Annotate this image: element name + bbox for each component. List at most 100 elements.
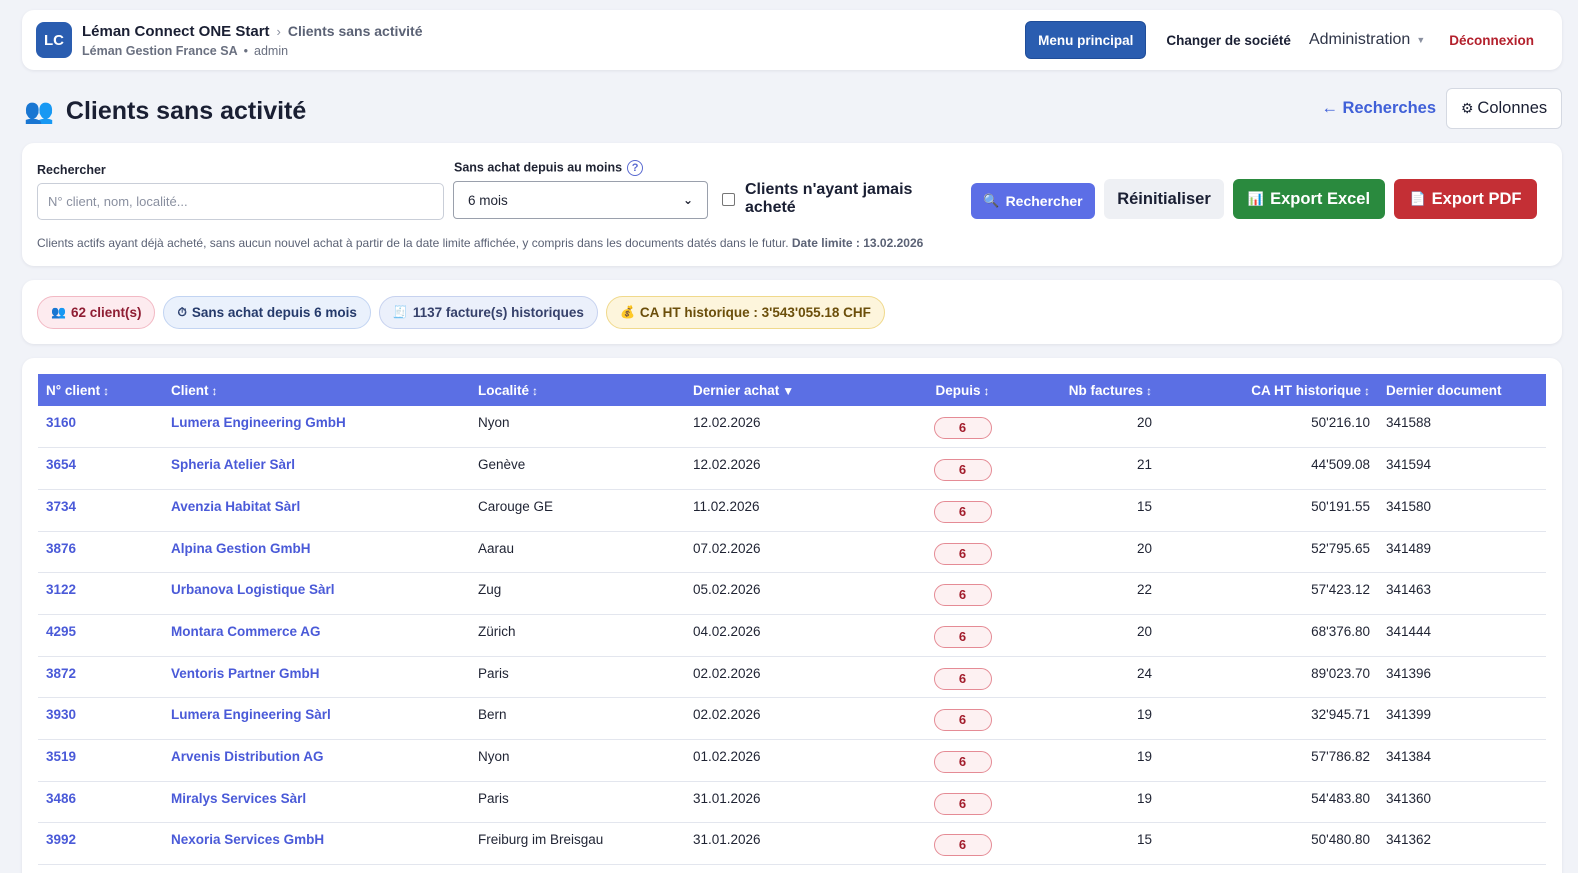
sort-icon: ↕: [103, 383, 110, 398]
app-name[interactable]: Léman Connect ONE Start: [82, 23, 270, 40]
revenue-cell: 68'376.80: [1160, 614, 1378, 657]
last-document-cell: 341489: [1378, 531, 1546, 574]
table-row[interactable]: 3654 Spheria Atelier Sàrl Genève 12.02.2026…: [38, 447, 1546, 490]
table-row[interactable]: 3872 Ventoris Partner GmbH Paris 02.02.2026…: [38, 656, 1546, 699]
column-header-client[interactable]: Client ↕: [163, 374, 470, 406]
column-header-last-purchase[interactable]: Dernier achat ▼: [685, 374, 905, 406]
months-badge: 6: [933, 667, 992, 690]
table-row[interactable]: 3122 Urbanova Logistique Sàrl Zug 05.02.202…: [38, 572, 1546, 615]
since-cell: 6: [905, 656, 1020, 699]
last-document-cell: 341594: [1378, 447, 1546, 490]
last-document-cell: 341384: [1378, 739, 1546, 782]
period-label-row: Sans achat depuis au moins?: [454, 160, 644, 176]
locality-cell: Zürich: [470, 614, 685, 657]
search-button[interactable]: 🔍 Rechercher: [971, 183, 1095, 219]
column-header-since[interactable]: Depuis ↕: [905, 374, 1020, 406]
top-bar: LC Léman Connect ONE Start › Clients san…: [22, 10, 1562, 70]
client-number-link[interactable]: 3930: [38, 697, 163, 740]
client-number-link[interactable]: 3519: [38, 739, 163, 782]
table-row[interactable]: 4295 Montara Commerce AG Zürich 04.02.2026 6…: [38, 614, 1546, 657]
export-excel-button[interactable]: 📊 Export Excel: [1233, 179, 1385, 219]
last-purchase-cell: 02.02.2026: [685, 656, 905, 699]
filter-panel: Rechercher Sans achat depuis au moins? 6…: [22, 143, 1562, 266]
column-header-revenue[interactable]: CA HT historique ↕: [1160, 374, 1378, 406]
search-label: Rechercher: [37, 163, 106, 177]
breadcrumb-separator: ›: [276, 23, 281, 39]
last-purchase-cell: 02.02.2026: [685, 697, 905, 740]
since-badge: ⏱ Sans achat depuis 6 mois: [163, 295, 371, 329]
months-badge: 6: [933, 500, 992, 523]
last-purchase-cell: 01.02.2026: [685, 739, 905, 782]
client-name-link[interactable]: Avenzia Habitat Sàrl: [163, 489, 470, 532]
column-header-last-document: Dernier document: [1386, 382, 1502, 398]
search-button-label: Rechercher: [1005, 193, 1083, 209]
client-name-link[interactable]: Urbanova Logistique Sàrl: [163, 572, 470, 615]
last-purchase-cell: 31.01.2026: [685, 781, 905, 824]
table-row[interactable]: 3930 Lumera Engineering Sàrl Bern 02.02.202…: [38, 697, 1546, 740]
chevron-down-icon: ⌄: [682, 193, 693, 207]
help-icon[interactable]: ?: [627, 160, 644, 176]
client-number-link[interactable]: 3122: [38, 572, 163, 615]
table-row[interactable]: 3876 Alpina Gestion GmbH Aarau 07.02.2026 6 2…: [38, 531, 1546, 574]
invoices-text: 1137 facture(s) historiques: [412, 304, 584, 320]
export-pdf-button[interactable]: 📄 Export PDF: [1394, 179, 1537, 219]
reset-button[interactable]: Réinitialiser: [1104, 179, 1224, 219]
main-menu-button[interactable]: Menu principal: [1025, 21, 1147, 59]
client-name-link[interactable]: Lumera Engineering GmbH: [163, 406, 470, 449]
column-header-invoices[interactable]: Nb factures ↕: [1020, 374, 1160, 406]
administration-menu[interactable]: Administration ▼: [1309, 31, 1425, 49]
never-bought-checkbox[interactable]: [722, 193, 735, 206]
sort-icon: ↕: [1364, 383, 1370, 398]
search-input[interactable]: [37, 183, 444, 220]
client-number-link[interactable]: 3872: [38, 656, 163, 699]
client-name-link[interactable]: Nexoria Services GmbH: [163, 822, 470, 866]
money-bag-icon: 💰: [619, 305, 635, 319]
app-logo[interactable]: LC: [36, 22, 72, 58]
last-document-cell: 341362: [1378, 822, 1546, 866]
table-row[interactable]: 3160 Lumera Engineering GmbH Nyon 12.02.202…: [38, 406, 1546, 449]
never-bought-label[interactable]: Clients n'ayant jamais acheté: [745, 181, 945, 217]
session-info: Léman Gestion France SA • admin: [82, 44, 423, 58]
table-row[interactable]: 3734 Avenzia Habitat Sàrl Carouge GE 11.02.…: [38, 489, 1546, 532]
locality-cell: Freiburg im Breisgau: [470, 822, 685, 866]
client-name-link[interactable]: Ventoris Partner GmbH: [163, 656, 470, 699]
client-name-link[interactable]: Lumera Engineering Sàrl: [163, 697, 470, 740]
locality-cell: Zug: [470, 572, 685, 615]
since-cell: 6: [905, 739, 1020, 782]
last-purchase-cell: 12.02.2026: [685, 406, 905, 449]
client-number-link[interactable]: 3992: [38, 822, 163, 866]
since-text: Sans achat depuis 6 mois: [191, 304, 357, 320]
client-number-link[interactable]: 4295: [38, 614, 163, 657]
client-number-link[interactable]: 3486: [38, 781, 163, 824]
gear-icon: ⚙: [1460, 100, 1474, 116]
columns-button[interactable]: ⚙ Colonnes: [1446, 88, 1562, 129]
invoices-cell: 24: [1020, 656, 1160, 699]
last-document-cell: 341399: [1378, 697, 1546, 740]
switch-company-link[interactable]: Changer de société: [1166, 33, 1291, 48]
client-number-link[interactable]: 3876: [38, 531, 163, 574]
table-row[interactable]: 3486 Miralys Services Sàrl Paris 31.01.2026…: [38, 781, 1546, 824]
client-name-link[interactable]: Arvenis Distribution AG: [163, 739, 470, 782]
last-purchase-cell: 04.02.2026: [685, 614, 905, 657]
client-name-link[interactable]: Miralys Services Sàrl: [163, 781, 470, 824]
back-to-searches-link[interactable]: ← Recherches: [1321, 99, 1436, 118]
client-name-link[interactable]: Spheria Atelier Sàrl: [163, 447, 470, 490]
period-select[interactable]: 6 mois ⌄: [453, 181, 708, 219]
column-header-locality[interactable]: Localité ↕: [470, 374, 685, 406]
locality-cell: Genève: [470, 447, 685, 490]
table-row[interactable]: 3992 Nexoria Services GmbH Freiburg im Bre…: [38, 822, 1546, 866]
last-document-cell: 341444: [1378, 614, 1546, 657]
clients-count-text: 62 client(s): [70, 304, 142, 320]
client-name-link[interactable]: Montara Commerce AG: [163, 614, 470, 657]
client-number-link[interactable]: 3654: [38, 447, 163, 490]
column-header-client-no[interactable]: N° client ↕: [38, 374, 163, 406]
locality-cell: Nyon: [470, 406, 685, 449]
table-header-row: N° client ↕ Client ↕ Localité ↕ Dernier ach…: [38, 374, 1546, 406]
logout-link[interactable]: Déconnexion: [1449, 33, 1534, 48]
client-number-link[interactable]: 3734: [38, 489, 163, 532]
users-icon: 👥: [24, 97, 54, 125]
client-name-link[interactable]: Alpina Gestion GmbH: [163, 531, 470, 574]
invoices-cell: 19: [1020, 781, 1160, 824]
client-number-link[interactable]: 3160: [38, 406, 163, 449]
table-row[interactable]: 3519 Arvenis Distribution AG Nyon 01.02.202…: [38, 739, 1546, 782]
